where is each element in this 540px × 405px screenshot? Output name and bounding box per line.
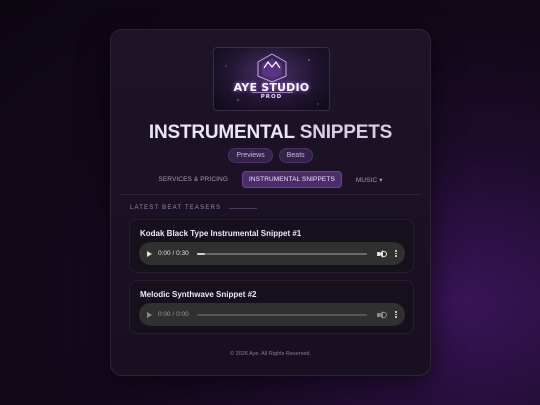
tag-beats[interactable]: Beats (278, 148, 313, 163)
snippet-title-2: Melodic Synthwave Snippet #2 (140, 290, 257, 299)
play-icon[interactable] (147, 311, 152, 318)
nav-item-instrumental-snippets[interactable]: INSTRUMENTAL SNIPPETS (241, 171, 342, 188)
divider (119, 194, 422, 195)
section-heading-line (229, 207, 258, 209)
studio-logo: AYE STUDIO PROD (213, 47, 330, 111)
nav-item-music[interactable]: MUSIC ▾ (350, 172, 389, 188)
page-title: INSTRUMENTAL SNIPPETS (111, 122, 430, 144)
seek-bar-2[interactable] (196, 313, 368, 316)
crown-emblem-icon (225, 53, 319, 105)
section-heading-label: LATEST BEAT TEASERS (130, 205, 222, 211)
page-title-part2: SNIPPETS (299, 122, 393, 143)
volume-icon[interactable] (377, 310, 388, 319)
page-title-part1: INSTRUMENTAL (148, 122, 295, 143)
snippet-title-1: Kodak Black Type Instrumental Snippet #1 (140, 229, 302, 238)
logo-title: AYE STUDIO (233, 81, 310, 94)
snippet-card-1: Kodak Black Type Instrumental Snippet #1… (129, 219, 414, 273)
time-display-2: 0:00 / 0:00 (158, 311, 189, 318)
tag-list: Previews Beats (111, 148, 430, 163)
logo-subtitle: PROD (260, 94, 283, 100)
audio-player-1: 0:00 / 0:30 (139, 242, 405, 265)
play-icon[interactable] (147, 250, 152, 257)
section-heading: LATEST BEAT TEASERS (130, 205, 258, 211)
audio-player-2: 0:00 / 0:00 (139, 303, 405, 326)
footer-copyright: © 2026 Aye. All Rights Reserved. (230, 351, 311, 357)
more-options-icon[interactable] (395, 250, 397, 257)
more-options-icon[interactable] (395, 311, 397, 318)
nav-item-services[interactable]: SERVICES & PRICING (152, 172, 234, 187)
main-nav: SERVICES & PRICING INSTRUMENTAL SNIPPETS… (111, 171, 430, 188)
tag-previews[interactable]: Previews (228, 148, 273, 163)
main-card: AYE STUDIO PROD INSTRUMENTAL SNIPPETS Pr… (110, 29, 431, 376)
seek-bar-fill-1 (196, 252, 206, 255)
snippet-card-2: Melodic Synthwave Snippet #2 0:00 / 0:00 (129, 280, 414, 334)
time-display-1: 0:00 / 0:30 (158, 250, 189, 257)
volume-icon[interactable] (377, 249, 388, 258)
seek-bar-1[interactable] (196, 252, 368, 255)
